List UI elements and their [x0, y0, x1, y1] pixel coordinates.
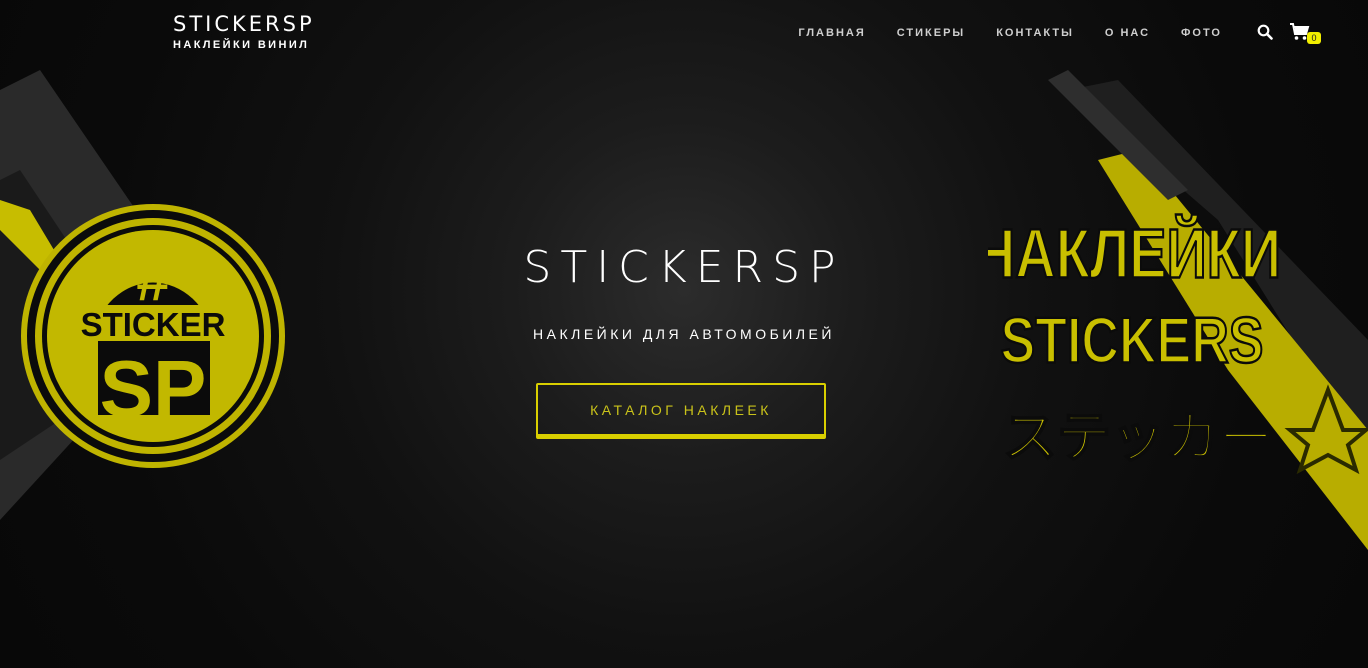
stickers-text-art: НАКЛЕЙКИ STICKERS ステッカー	[988, 70, 1368, 550]
brand[interactable]: STICKERSP НАКЛЕЙКИ ВИНИЛ	[173, 12, 315, 52]
search-icon[interactable]	[1257, 24, 1273, 40]
nav-item-photo[interactable]: ФОТО	[1181, 26, 1222, 40]
brand-title[interactable]: STICKERSP	[173, 12, 315, 36]
nav-item-about[interactable]: О НАС	[1105, 26, 1150, 40]
page: # STICKER SP НАКЛЕЙКИ STICKERS ステッカー STI…	[0, 0, 1368, 668]
nav-item-contacts[interactable]: КОНТАКТЫ	[996, 26, 1074, 40]
nav-item-home[interactable]: ГЛАВНАЯ	[798, 26, 865, 40]
main-nav: ГЛАВНАЯ СТИКЕРЫ КОНТАКТЫ О НАС ФОТО	[767, 26, 1222, 40]
catalog-button[interactable]: КАТАЛОГ НАКЛЕЕК	[536, 383, 826, 439]
brand-subtitle: НАКЛЕЙКИ ВИНИЛ	[173, 39, 310, 51]
right-line-3: ステッカー	[1003, 406, 1273, 469]
hero-title: STICKERSP	[523, 242, 845, 293]
hero-subtitle: НАКЛЕЙКИ ДЛЯ АВТОМОБИЛЕЙ	[533, 326, 835, 342]
sticker-logo-art: # STICKER SP	[0, 70, 285, 520]
cart-count-badge: 0	[1307, 32, 1321, 44]
logo-letters: SP	[100, 344, 207, 433]
nav-item-stickers[interactable]: СТИКЕРЫ	[897, 26, 965, 40]
